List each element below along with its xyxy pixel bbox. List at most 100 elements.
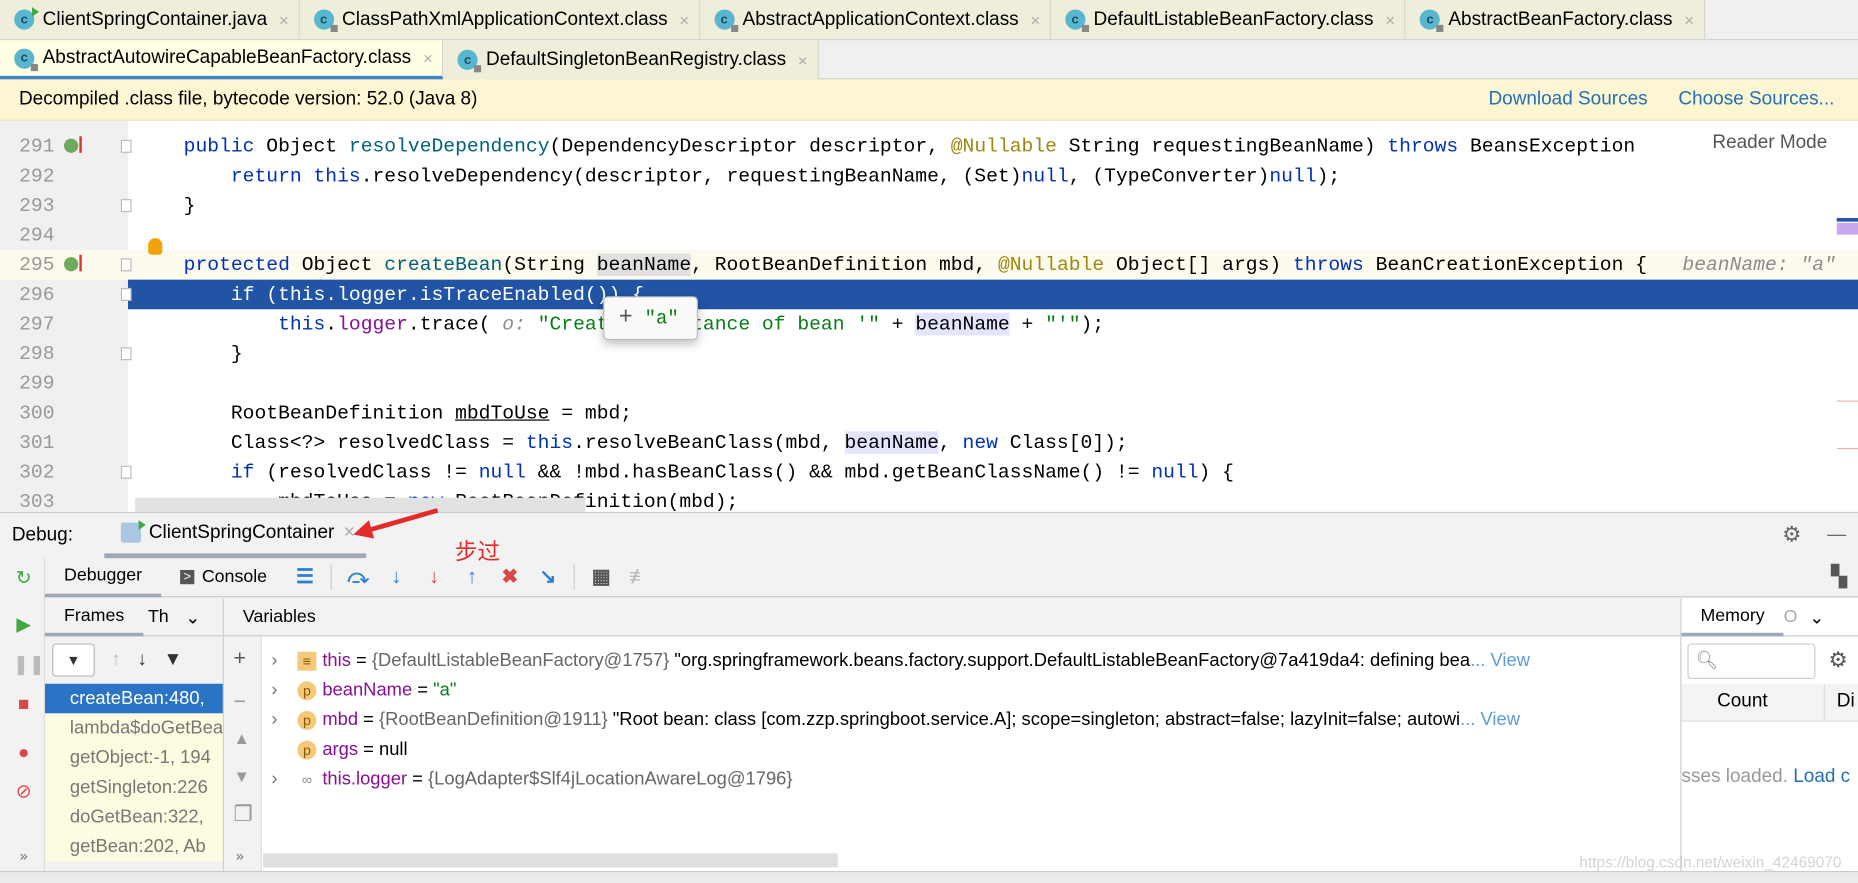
editor-tab[interactable]: c AbstractApplicationContext.class ×	[699, 0, 1051, 40]
implements-method-icon[interactable]	[63, 254, 82, 272]
value-tooltip[interactable]: + "a"	[603, 296, 698, 341]
line-number[interactable]: 299	[0, 369, 54, 399]
line-number[interactable]: 302	[0, 457, 54, 487]
load-classes-link[interactable]: Load c	[1793, 767, 1850, 787]
code-line[interactable]: 297 this.logger.trace( o: "Creating inst…	[0, 309, 1858, 339]
tab-memory[interactable]: Memory	[1681, 598, 1784, 636]
chevron-down-icon[interactable]: ⌄	[1809, 606, 1824, 627]
expand-chevron-icon[interactable]: ›	[271, 705, 297, 735]
gear-icon[interactable]: ⚙	[1828, 648, 1847, 673]
editor-tab[interactable]: c ClientSpringContainer.java ×	[0, 0, 300, 40]
close-icon[interactable]: ×	[279, 10, 289, 29]
fold-marker-icon[interactable]	[120, 258, 132, 272]
code-line[interactable]: 295 protected Object createBean(String be…	[0, 250, 1858, 280]
code-line[interactable]: 302 if (resolvedClass != null && !mbd.ha…	[0, 457, 1858, 487]
tab-overhead[interactable]: O	[1784, 607, 1798, 627]
choose-sources-link[interactable]: Choose Sources...	[1678, 89, 1834, 110]
stack-frame[interactable]: getBean:202, Ab	[45, 831, 223, 862]
step-into-icon[interactable]: ↓	[383, 563, 409, 589]
tab-debugger[interactable]: Debugger	[45, 556, 162, 597]
code-line[interactable]: 291 public Object resolveDependency(Depen…	[0, 132, 1858, 162]
duplicate-watch-icon[interactable]: ❐	[233, 802, 252, 827]
code-line[interactable]: 292 return this.resolveDependency(descri…	[0, 161, 1858, 191]
stack-frame[interactable]: getObject:-1, 194	[45, 742, 223, 773]
move-up-icon[interactable]: ▲	[233, 729, 249, 748]
line-number[interactable]: 303	[0, 487, 54, 512]
implements-method-icon[interactable]	[63, 136, 82, 153]
stack-frame[interactable]: doGetBean:322,	[45, 802, 223, 832]
line-number[interactable]: 292	[0, 161, 54, 191]
close-icon[interactable]: ×	[798, 50, 808, 69]
fold-marker-icon[interactable]	[120, 465, 132, 479]
variable-row[interactable]: › ≡ this = {DefaultListableBeanFactory@175…	[271, 646, 1530, 676]
tab-console[interactable]: > Console	[161, 556, 286, 596]
rerun-icon[interactable]: ↻	[13, 569, 34, 590]
intention-bulb-icon[interactable]	[148, 238, 163, 255]
tab-frames[interactable]: Frames	[45, 598, 144, 636]
more-icon[interactable]: »	[13, 845, 34, 866]
editor-tab[interactable]: c AbstractAutowireCapableBeanFactory.clas…	[0, 40, 444, 80]
editor-tab[interactable]: c DefaultListableBeanFactory.class ×	[1050, 0, 1406, 40]
mute-breakpoints-icon[interactable]: ⊘	[13, 782, 34, 803]
close-icon[interactable]: ×	[1684, 10, 1694, 29]
evaluate-expression-icon[interactable]: ▦	[588, 563, 614, 589]
code-line[interactable]: 296 if (this.logger.isTraceEnabled()) {	[0, 279, 1858, 310]
force-step-into-icon[interactable]: ↓	[421, 563, 447, 589]
fold-marker-icon[interactable]	[120, 287, 132, 301]
expand-chevron-icon[interactable]: ›	[271, 646, 297, 676]
line-number[interactable]: 298	[0, 339, 54, 369]
down-arrow-icon[interactable]: ↓	[137, 649, 146, 670]
close-icon[interactable]: ×	[423, 49, 433, 68]
expand-chevron-icon[interactable]: ›	[271, 675, 297, 705]
filter-icon[interactable]: ▼	[164, 649, 183, 670]
scroll-marker[interactable]	[1836, 218, 1858, 222]
remove-watch-icon[interactable]: −	[233, 690, 245, 715]
new-watch-icon[interactable]: +	[233, 646, 245, 671]
step-out-icon[interactable]: ↑	[459, 563, 485, 589]
editor-horizontal-scrollbar[interactable]	[135, 497, 586, 512]
code-editor[interactable]: 291 public Object resolveDependency(Depen…	[0, 120, 1858, 512]
code-line[interactable]: 293}	[0, 191, 1858, 221]
line-number[interactable]: 297	[0, 309, 54, 339]
line-number[interactable]: 293	[0, 191, 54, 221]
tab-threads[interactable]: Th ⌄	[143, 598, 205, 636]
add-watch-icon[interactable]: +	[619, 305, 633, 332]
editor-tab[interactable]: c AbstractBeanFactory.class ×	[1405, 0, 1705, 40]
run-to-cursor-icon[interactable]: ↘	[535, 563, 561, 589]
view-link[interactable]: ... View	[1470, 651, 1530, 671]
code-line[interactable]: 301 Class<?> resolvedClass = this.resolv…	[0, 428, 1858, 458]
variable-row[interactable]: p args = null	[271, 735, 408, 765]
stop-icon[interactable]: ■	[13, 694, 34, 715]
variable-row[interactable]: › ∞ this.logger = {LogAdapter$Slf4jLocatio…	[271, 764, 792, 794]
code-line[interactable]: 300 RootBeanDefinition mbdToUse = mbd;	[0, 398, 1858, 428]
trace-stream-icon[interactable]: ≢	[626, 563, 652, 589]
expand-chevron-icon[interactable]: ›	[271, 764, 297, 794]
code-line[interactable]: 299	[0, 369, 1858, 399]
variable-row[interactable]: › p beanName = "a"	[271, 675, 456, 705]
code-line[interactable]: 294	[0, 220, 1858, 250]
minimize-icon[interactable]: —	[1827, 524, 1846, 545]
download-sources-link[interactable]: Download Sources	[1488, 89, 1647, 110]
memory-search-input[interactable]: 🔍︎	[1687, 643, 1816, 680]
editor-tab[interactable]: c DefaultSingletonBeanRegistry.class ×	[443, 40, 819, 80]
stack-frame[interactable]: getSingleton:226	[45, 772, 223, 803]
stack-frame[interactable]: lambda$doGetBean	[45, 713, 223, 743]
move-down-icon[interactable]: ▼	[233, 767, 249, 786]
fold-marker-icon[interactable]	[120, 139, 132, 153]
fold-marker-icon[interactable]	[120, 199, 132, 213]
scroll-marker[interactable]	[1836, 222, 1858, 235]
view-breakpoints-icon[interactable]: ●	[13, 743, 34, 764]
line-number[interactable]: 296	[0, 280, 54, 310]
reader-mode-button[interactable]: Reader Mode	[1712, 132, 1828, 155]
close-icon[interactable]: ×	[1385, 10, 1395, 29]
thread-selector[interactable]: ▼	[52, 643, 95, 677]
variables-horizontal-scrollbar[interactable]	[263, 853, 838, 868]
code-line[interactable]: 298 }	[0, 339, 1858, 369]
view-link[interactable]: ... View	[1460, 710, 1520, 730]
stack-frame[interactable]: createBean:480,	[45, 683, 223, 714]
close-icon[interactable]: ×	[680, 10, 690, 29]
pause-icon[interactable]: ❚❚	[13, 655, 45, 676]
fold-marker-icon[interactable]	[120, 347, 132, 361]
more-icon[interactable]: »	[236, 847, 244, 864]
resume-icon[interactable]: ▶	[13, 615, 34, 636]
